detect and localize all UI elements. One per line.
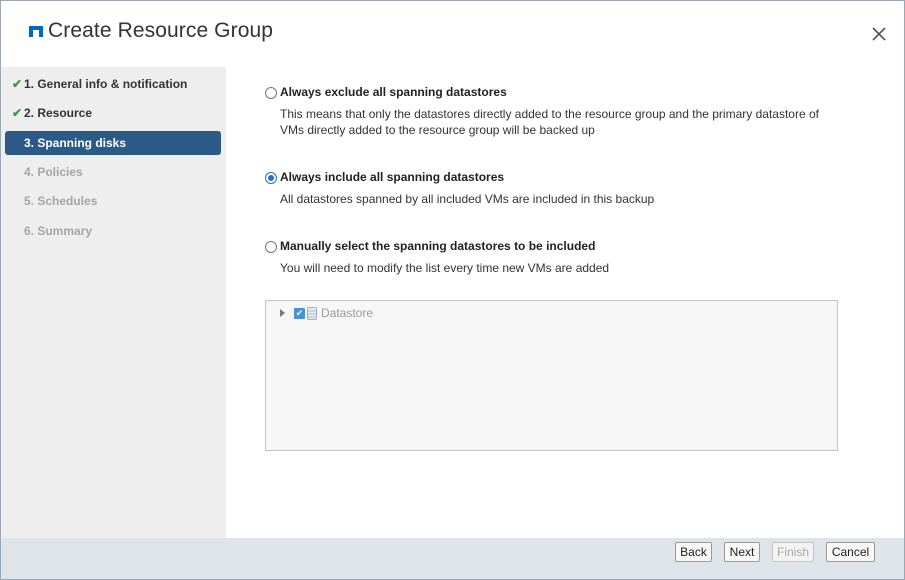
include-spanning-radio[interactable] [265, 172, 277, 184]
wizard-step-label: 3. Spanning disks [24, 136, 127, 150]
option-description: All datastores spanned by all included V… [280, 192, 655, 206]
option-title[interactable]: Manually select the spanning datastores … [280, 239, 595, 253]
expand-arrow-icon [280, 309, 285, 317]
wizard-step-spanning-disks[interactable]: 3. Spanning disks [5, 131, 221, 155]
exclude-spanning-radio[interactable] [265, 87, 277, 99]
manual-spanning-radio[interactable] [265, 241, 277, 253]
wizard-step-resource[interactable]: ✔ 2. Resource [5, 101, 221, 125]
wizard-step-summary: 6. Summary [5, 219, 221, 243]
dialog-header: Create Resource Group [1, 1, 904, 67]
datastore-checkbox: ✔ [294, 307, 305, 319]
option-description: This means that only the datastores dire… [280, 107, 819, 137]
database-icon [307, 306, 317, 320]
wizard-step-label: 4. Policies [24, 165, 83, 179]
checkmark-icon: ✔ [11, 77, 22, 91]
wizard-step-schedules: 5. Schedules [5, 189, 221, 213]
tree-node-label: Datastore [321, 306, 374, 320]
netapp-logo-icon [29, 26, 43, 37]
next-button[interactable]: Next [724, 542, 760, 562]
close-icon[interactable] [869, 24, 889, 44]
cancel-button[interactable]: Cancel [826, 542, 875, 562]
wizard-steps-sidebar: ✔ 1. General info & notification ✔ 2. Re… [1, 67, 226, 538]
checkmark-icon: ✔ [11, 106, 22, 120]
option-title[interactable]: Always include all spanning datastores [280, 170, 504, 184]
option-title[interactable]: Always exclude all spanning datastores [280, 85, 507, 99]
wizard-step-policies: 4. Policies [5, 160, 221, 184]
wizard-step-label: 2. Resource [24, 106, 93, 120]
wizard-step-label: 1. General info & notification [24, 77, 188, 91]
dialog-footer: Back Next Finish Cancel [1, 538, 904, 579]
back-button[interactable]: Back [675, 542, 712, 562]
option-description: You will need to modify the list every t… [280, 261, 610, 275]
spanning-disks-panel: Always exclude all spanning datastores T… [226, 67, 904, 538]
create-resource-group-dialog: Create Resource Group ✔ 1. General info … [0, 0, 905, 580]
wizard-step-general-info[interactable]: ✔ 1. General info & notification [5, 72, 221, 96]
wizard-step-label: 6. Summary [24, 224, 93, 238]
wizard-step-label: 5. Schedules [24, 194, 98, 208]
finish-button: Finish [772, 542, 814, 562]
tree-node-datastore: ✔ Datastore [280, 306, 373, 320]
dialog-title: Create Resource Group [48, 19, 274, 42]
datastore-tree: ✔ Datastore [265, 300, 838, 451]
